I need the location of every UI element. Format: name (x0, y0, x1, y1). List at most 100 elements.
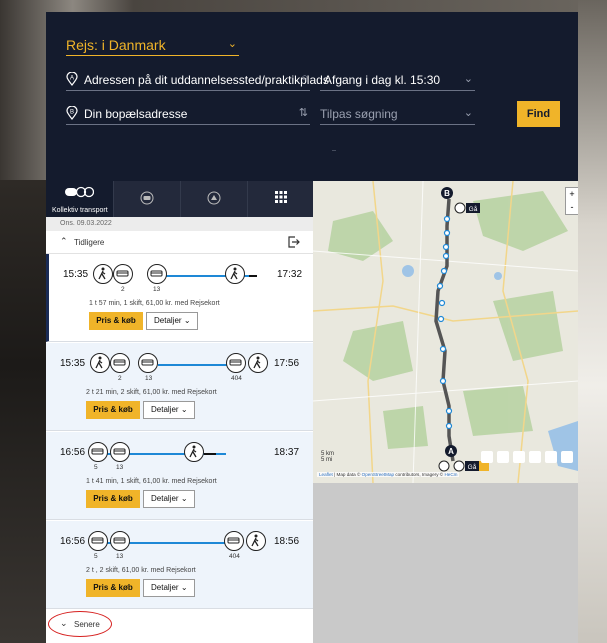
details-label: Detaljer (154, 316, 182, 325)
walk-icon (225, 264, 245, 284)
bike-icon[interactable] (529, 451, 541, 463)
walk-icon (90, 353, 110, 373)
trip-card[interactable]: 15:35 2 13 17:32 1 t 57 min, 1 skift, 61… (46, 254, 313, 342)
line-number: 13 (153, 286, 161, 293)
car-icon (140, 191, 154, 205)
trip-card[interactable]: 15:35 2 13 404 17:56 2 t 21 min, 2 skift… (46, 343, 313, 431)
leaflet-link[interactable]: Leaflet (319, 472, 333, 477)
bus-icon (147, 264, 167, 284)
region-select[interactable]: Rejs: i Danmark ⌄ (66, 37, 239, 56)
chevron-down-icon: ⌄ (180, 494, 188, 503)
tab-grid[interactable] (247, 181, 313, 217)
region-label: Rejs: i Danmark (66, 37, 166, 53)
chevron-down-icon: ⌄ (183, 316, 191, 325)
svg-text:Gå: Gå (469, 205, 478, 213)
departure-time: 16:56 (60, 536, 86, 547)
bus-filter-icon[interactable] (481, 451, 493, 463)
map-toolbar (481, 451, 578, 465)
later-button[interactable]: ⌄ Senere (46, 611, 313, 643)
pin-a-icon: A (66, 72, 78, 86)
chevron-down-icon: ⌄ (180, 583, 188, 592)
attribution-rest: contributors, Imagery © (394, 472, 445, 477)
to-field[interactable]: B Din bopælsadresse ⇅ (66, 106, 310, 125)
public-transport-icon (65, 186, 94, 198)
zoom-in-button[interactable]: + (566, 188, 578, 201)
line-number: 5 (94, 464, 98, 471)
buy-button[interactable]: Pris & køb (86, 401, 140, 419)
pin-b-icon: B (66, 106, 78, 120)
tab-car-share[interactable] (180, 181, 247, 217)
details-button[interactable]: Detaljer ⌄ (143, 401, 195, 419)
refine-label: Tilpas søgning (320, 107, 398, 121)
line-number: 13 (116, 553, 124, 560)
buy-button[interactable]: Pris & køb (86, 579, 140, 597)
car-icon[interactable] (513, 451, 525, 463)
marker-b: B (441, 187, 453, 199)
from-input[interactable]: Adressen på dit uddannelsessted/praktikp… (84, 73, 329, 87)
gear-icon[interactable] (497, 451, 509, 463)
details-label: Detaljer (151, 494, 179, 503)
departure-time: 16:56 (60, 447, 86, 458)
line-number: 2 (118, 375, 122, 382)
bus-icon (113, 264, 133, 284)
locate-icon[interactable]: ○ (301, 72, 308, 84)
trip-summary: 2 t 21 min, 2 skift, 61,00 kr. med Rejse… (86, 389, 217, 396)
route-segment (249, 275, 257, 277)
layers-icon[interactable] (561, 451, 573, 463)
svg-text:B: B (444, 189, 450, 198)
refine-select[interactable]: Tilpas søgning ⌄ (320, 106, 475, 125)
attribution-text: | Map data © (332, 472, 362, 477)
export-icon[interactable] (287, 235, 301, 249)
zoom-out-button[interactable]: - (566, 201, 578, 214)
line-number: 13 (116, 464, 124, 471)
chevron-up-icon: ⌃ (60, 236, 68, 246)
walk-icon (184, 442, 204, 462)
chevron-down-icon: ⌄ (463, 73, 473, 85)
background-photo-left (0, 180, 46, 643)
zoom-control: + - (565, 187, 578, 215)
route-segment (158, 364, 228, 366)
arrival-time: 18:56 (274, 536, 300, 547)
route-map[interactable]: B A Gå Gå + - 5 km 5 mi Leaflet | Map da… (313, 181, 578, 483)
map-placeholder (313, 483, 578, 643)
grid-icon (275, 191, 287, 203)
from-field[interactable]: A Adressen på dit uddannelsessted/prakti… (66, 72, 329, 91)
transport-tabs: Kollektiv transport (46, 181, 313, 217)
plane-icon[interactable] (545, 451, 557, 463)
details-button[interactable]: Detaljer ⌄ (146, 312, 198, 330)
chevron-down-icon: ⌄ (227, 38, 237, 50)
map-scale: 5 km 5 mi (321, 451, 334, 463)
tab-car[interactable] (113, 181, 180, 217)
trip-card[interactable]: 16:56 5 13 404 18:56 2 t , 2 skift, 61,0… (46, 521, 313, 609)
svg-text:A: A (70, 76, 74, 82)
trip-card[interactable]: 16:56 5 13 18:37 1 t 41 min, 1 skift, 61… (46, 432, 313, 520)
departure-time: 15:35 (63, 269, 89, 280)
map-canvas[interactable]: B A Gå Gå (313, 181, 578, 483)
here-link[interactable]: HeCm (444, 472, 457, 477)
svg-text:B: B (70, 110, 74, 116)
details-label: Detaljer (151, 405, 179, 414)
earlier-label: Tidligere (74, 238, 105, 247)
find-button[interactable]: Find (517, 101, 560, 127)
osm-link[interactable]: OpenStreetMap (362, 472, 394, 477)
time-select[interactable]: Afgang i dag kl. 15:30 ⌄ (320, 72, 475, 91)
swap-icon[interactable]: ⇅ (299, 106, 308, 119)
route-segment (204, 453, 216, 455)
line-number: 404 (231, 375, 242, 382)
bus-icon (138, 353, 158, 373)
details-button[interactable]: Detaljer ⌄ (143, 490, 195, 508)
chevron-down-icon: ⌄ (180, 405, 188, 414)
details-button[interactable]: Detaljer ⌄ (143, 579, 195, 597)
arrival-time: 17:32 (277, 269, 303, 280)
walk-label-top: Gå (454, 202, 480, 214)
to-input[interactable]: Din bopælsadresse (84, 107, 187, 121)
earlier-button[interactable]: ⌃ Tidligere (46, 231, 313, 254)
tab-public-transport[interactable]: Kollektiv transport (46, 181, 112, 217)
buy-button[interactable]: Pris & køb (86, 490, 140, 508)
date-label: Ons. 09.03.2022 (46, 217, 313, 231)
buy-button[interactable]: Pris & køb (89, 312, 143, 330)
details-label: Detaljer (151, 583, 179, 592)
trip-summary: 2 t , 2 skift, 61,00 kr. med Rejsekort (86, 567, 196, 574)
line-number: 404 (229, 553, 240, 560)
bus-icon (110, 531, 130, 551)
